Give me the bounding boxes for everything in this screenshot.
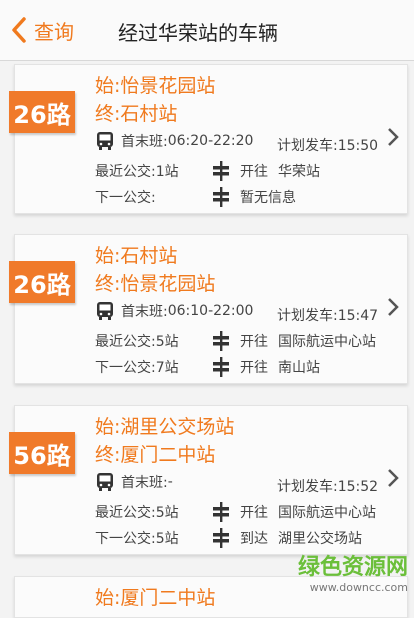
- nearest-stops: 5站: [155, 334, 179, 350]
- nearest-status: 开往: [240, 334, 268, 350]
- watermark-title: 绿色资源网: [297, 555, 408, 580]
- route-badge: 26路: [9, 261, 75, 303]
- planned-value: 15:47: [337, 308, 379, 324]
- first-last-label: 首末班:: [121, 134, 168, 150]
- next-label: 下一公交:: [95, 190, 156, 206]
- first-last-value: -: [167, 474, 173, 490]
- bus-stop-sign-icon: [213, 357, 229, 377]
- nearest-bus-row: 最近公交: 1站: [95, 161, 179, 181]
- start-stop: 始:厦门二中站: [95, 587, 216, 609]
- first-last-label: 首末班:: [121, 304, 168, 320]
- next-destination: 南山站: [278, 360, 320, 376]
- nearest-destination: 华荣站: [278, 164, 320, 180]
- next-label: 下一公交:: [95, 531, 156, 547]
- nearest-label: 最近公交:: [95, 334, 156, 350]
- next-stops: 5站: [155, 531, 179, 547]
- next-bus-status: 开往 南山站: [212, 357, 320, 377]
- nearest-bus-status: 开往 国际航运中心站: [212, 502, 376, 522]
- chevron-right-icon: [388, 469, 399, 487]
- back-label: 查询: [34, 19, 74, 44]
- schedule-row: 首末班: -: [95, 472, 173, 492]
- bus-stop-sign-icon: [213, 528, 229, 548]
- schedule-row: 首末班: 06:20-22:20: [95, 131, 253, 151]
- first-last-value: 06:20-22:20: [167, 133, 254, 149]
- route-card[interactable]: 26路 始:怡景花园站 终:石村站 首末班: 06:20-22:20 计划发车:…: [9, 64, 408, 214]
- schedule-row: 首末班: 06:10-22:00: [95, 301, 253, 321]
- nearest-stops: 1站: [155, 164, 179, 180]
- planned-departure: 计划发车:15:50: [277, 135, 378, 155]
- planned-value: 15:52: [337, 479, 379, 495]
- chevron-left-icon: [12, 17, 26, 43]
- route-card[interactable]: 26路 始:石村站 终:怡景花园站 首末班: 06:10-22:00 计划发车:…: [9, 234, 408, 384]
- nearest-status: 开往: [240, 164, 268, 180]
- nearest-bus-row: 最近公交: 5站: [95, 331, 179, 351]
- next-bus-status: 到达 湖里公交场站: [212, 528, 362, 548]
- next-label: 下一公交:: [95, 360, 156, 376]
- next-status: 暂无信息: [240, 190, 296, 206]
- planned-label: 计划发车:: [277, 138, 338, 154]
- bus-icon: [97, 302, 113, 320]
- nearest-label: 最近公交:: [95, 505, 156, 521]
- next-bus-status: 暂无信息: [212, 187, 306, 207]
- start-stop: 始:石村站: [95, 245, 178, 267]
- next-status: 到达: [240, 531, 268, 547]
- chevron-right-icon: [388, 128, 399, 146]
- planned-label: 计划发车:: [277, 479, 338, 495]
- back-button[interactable]: 查询: [8, 14, 74, 46]
- page-title: 经过华荣站的车辆: [118, 21, 278, 45]
- end-stop: 终:石村站: [95, 103, 178, 125]
- route-badge: 56路: [9, 432, 75, 474]
- route-badge: 26路: [9, 91, 75, 133]
- planned-departure: 计划发车:15:52: [277, 476, 378, 496]
- first-last-value: 06:10-22:00: [167, 303, 254, 319]
- bus-icon: [97, 132, 113, 150]
- planned-label: 计划发车:: [277, 308, 338, 324]
- end-stop: 终:怡景花园站: [95, 273, 216, 295]
- end-stop: 终:厦门二中站: [95, 444, 216, 466]
- nearest-destination: 国际航运中心站: [278, 505, 376, 521]
- nearest-bus-row: 最近公交: 5站: [95, 502, 179, 522]
- nearest-label: 最近公交:: [95, 164, 156, 180]
- start-stop: 始:湖里公交场站: [95, 416, 235, 438]
- nearest-destination: 国际航运中心站: [278, 334, 376, 350]
- bus-stop-sign-icon: [213, 502, 229, 522]
- next-bus-row: 下一公交:: [95, 187, 156, 207]
- bus-stop-sign-icon: [213, 161, 229, 181]
- first-last-label: 首末班:: [121, 475, 168, 491]
- bus-icon: [97, 473, 113, 491]
- next-bus-row: 下一公交: 5站: [95, 528, 179, 548]
- nav-header: 查询 经过华荣站的车辆: [0, 0, 414, 61]
- next-bus-row: 下一公交: 7站: [95, 357, 179, 377]
- bus-stop-sign-icon: [213, 331, 229, 351]
- nearest-bus-status: 开往 华荣站: [212, 161, 320, 181]
- watermark-url: www.downcc.com: [309, 581, 408, 594]
- start-stop: 始:怡景花园站: [95, 75, 216, 97]
- chevron-right-icon: [388, 298, 399, 316]
- planned-departure: 计划发车:15:47: [277, 305, 378, 325]
- nearest-bus-status: 开往 国际航运中心站: [212, 331, 376, 351]
- nearest-stops: 5站: [155, 505, 179, 521]
- next-status: 开往: [240, 360, 268, 376]
- route-card[interactable]: 56路 始:湖里公交场站 终:厦门二中站 首末班: - 计划发车:15:52 最…: [9, 405, 408, 555]
- next-destination: 湖里公交场站: [278, 531, 362, 547]
- nearest-status: 开往: [240, 505, 268, 521]
- next-stops: 7站: [155, 360, 179, 376]
- planned-value: 15:50: [337, 138, 379, 154]
- bus-stop-sign-icon: [213, 187, 229, 207]
- watermark: 绿色资源网 www.downcc.com: [298, 549, 408, 594]
